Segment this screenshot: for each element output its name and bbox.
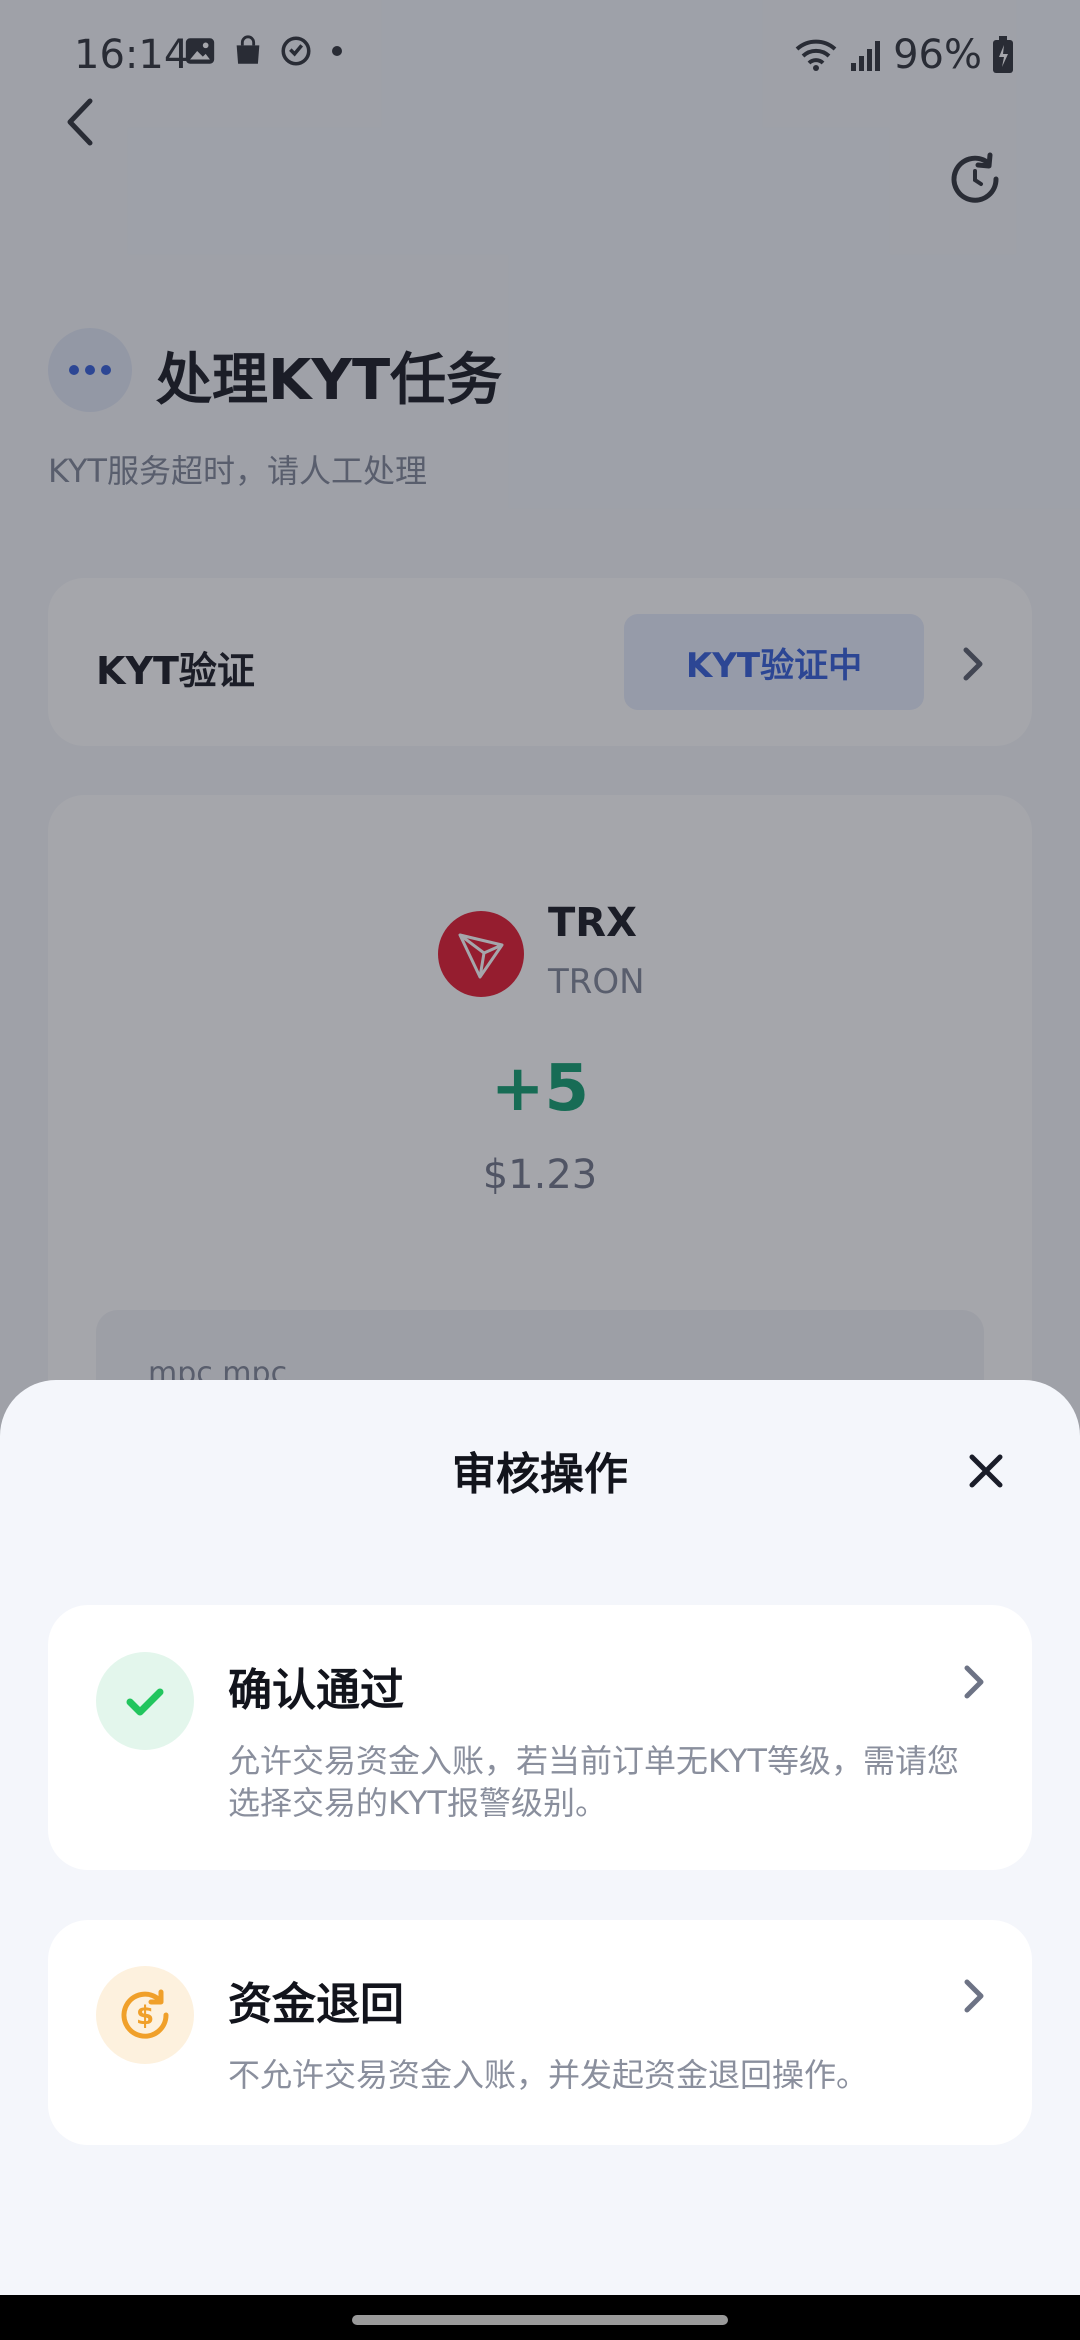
option-approve[interactable] bbox=[48, 1605, 1032, 1870]
option-approve-description: 允许交易资金入账，若当前订单无KYT等级，需请您选择交易的KYT报警级别。 bbox=[228, 1742, 959, 1822]
refund-dollar-icon: $ bbox=[96, 1966, 194, 2064]
option-refund-description: 不允许交易资金入账，并发起资金退回操作。 bbox=[228, 2056, 869, 2094]
option-refund-title: 资金退回 bbox=[228, 1979, 404, 2030]
home-gesture-handle[interactable] bbox=[352, 2315, 728, 2325]
chevron-right-icon bbox=[964, 1979, 984, 2013]
close-icon[interactable] bbox=[966, 1451, 1006, 1491]
chevron-right-icon bbox=[964, 1665, 984, 1699]
option-approve-title: 确认通过 bbox=[228, 1665, 404, 1716]
svg-text:$: $ bbox=[136, 2001, 154, 2031]
option-refund[interactable] bbox=[48, 1920, 1032, 2145]
check-icon bbox=[96, 1652, 194, 1750]
sheet-title: 审核操作 bbox=[452, 1449, 628, 1500]
